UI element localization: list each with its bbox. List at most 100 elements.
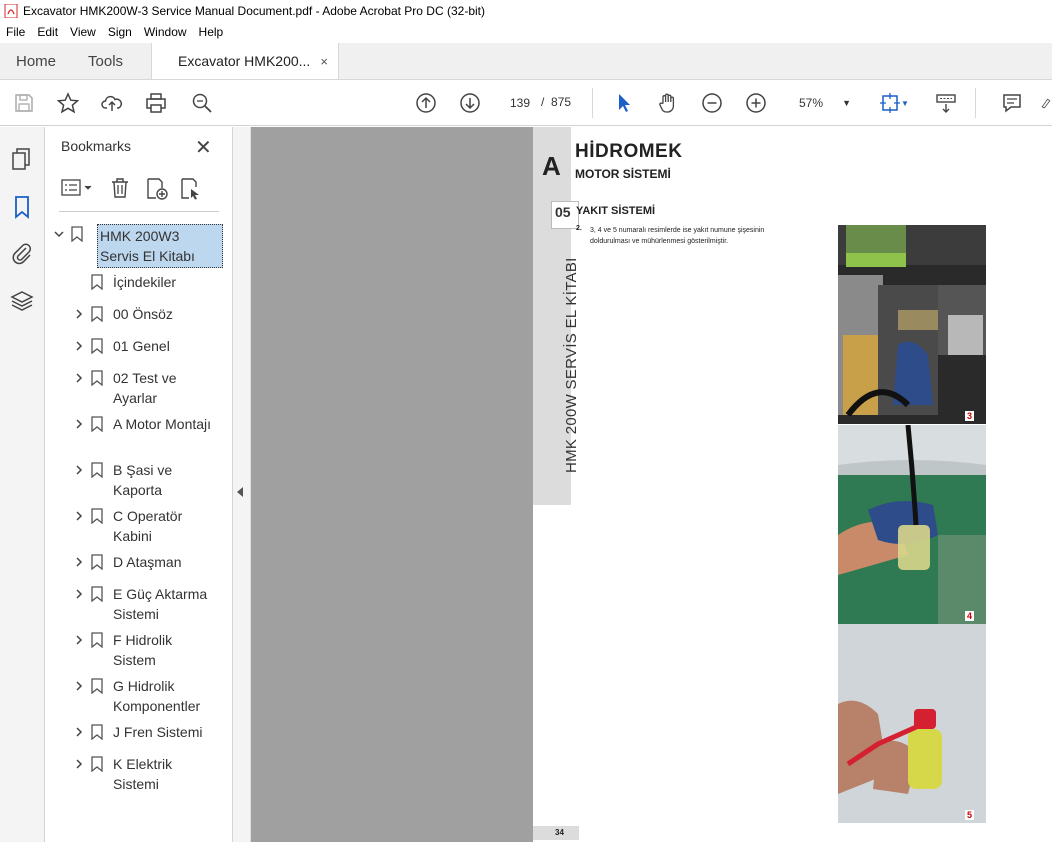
chevron-right-icon[interactable] (73, 340, 85, 352)
menu-window[interactable]: Window (138, 25, 193, 39)
bookmark-label: K Elektrik Sistemi (113, 756, 173, 792)
zoom-search-icon[interactable] (190, 91, 214, 115)
fit-options-chevron-icon[interactable]: ▼ (899, 91, 911, 115)
toolbar-divider (592, 88, 593, 118)
bookmark-label: G Hidrolik Komponentler (113, 678, 201, 714)
bookmark-icon (91, 274, 103, 290)
tab-document-label: Excavator HMK200... (178, 53, 311, 69)
menu-file[interactable]: File (0, 25, 31, 39)
toolbar-divider (975, 88, 976, 118)
chevron-right-icon[interactable] (73, 634, 85, 646)
chapter-letter: A (542, 151, 561, 181)
bookmark-options-icon[interactable] (61, 177, 95, 199)
tab-document[interactable]: Excavator HMK200... × (151, 43, 339, 79)
collapse-panel-arrow-icon[interactable] (237, 487, 243, 497)
page-thumbnails-icon[interactable] (10, 147, 34, 171)
photo-number: 4 (964, 611, 974, 621)
bookmark-label: HMK 200W3 Servis El Kitabı (97, 224, 223, 268)
tab-home[interactable]: Home (0, 43, 72, 79)
chevron-right-icon[interactable] (73, 308, 85, 320)
bookmark-icon (91, 554, 103, 570)
main-toolbar: / 875 57% ▼ ▼ (0, 80, 1052, 126)
page-separator: / (541, 95, 545, 109)
bookmark-icon (91, 632, 103, 648)
next-page-icon[interactable] (458, 91, 482, 115)
bookmarks-panel-title: Bookmarks (61, 138, 132, 154)
tab-bar: Home Tools Excavator HMK200... × (0, 43, 1052, 80)
bookmark-icon (91, 756, 103, 772)
bookmarks-toolbar (59, 177, 219, 203)
find-bookmark-icon[interactable] (179, 177, 203, 201)
chevron-right-icon[interactable] (73, 588, 85, 600)
attachments-paperclip-icon[interactable] (10, 241, 34, 265)
panel-splitter[interactable] (233, 127, 251, 842)
title-bar: Excavator HMK200W-3 Service Manual Docum… (0, 0, 1052, 22)
divider (59, 211, 219, 212)
window-title: Excavator HMK200W-3 Service Manual Docum… (23, 4, 485, 18)
delete-bookmark-icon[interactable] (109, 177, 131, 199)
zoom-in-icon[interactable] (744, 91, 768, 115)
hand-tool-icon[interactable] (656, 91, 680, 115)
bookmark-label: 01 Genel (113, 338, 170, 354)
close-panel-icon[interactable]: ✕ (195, 135, 212, 160)
scroll-mode-icon[interactable] (934, 91, 958, 115)
document-canvas[interactable]: A 05 HMK 200W SERVİS EL KİTABI HİDROMEK … (251, 127, 1052, 842)
page-count: / 875 (541, 95, 571, 109)
page-number-input[interactable] (503, 93, 537, 113)
photo-fuel-filter: 3 (838, 225, 986, 424)
bookmark-star-icon[interactable] (56, 91, 80, 115)
menu-bar: File Edit View Sign Window Help (0, 22, 1052, 42)
new-bookmark-icon[interactable] (145, 177, 169, 201)
subsection-title: YAKIT SİSTEMİ (576, 205, 656, 217)
chapter-number: 05 (555, 204, 571, 220)
comment-icon[interactable] (1000, 91, 1024, 115)
chevron-right-icon[interactable] (73, 464, 85, 476)
hidromek-logo: HİDROMEK (575, 141, 683, 162)
bookmark-label: 02 Test ve Ayarlar (113, 370, 177, 406)
photo-number: 5 (964, 810, 974, 820)
bookmark-icon (91, 724, 103, 740)
select-cursor-icon[interactable] (612, 91, 636, 115)
chevron-down-icon[interactable] (53, 228, 65, 240)
layers-icon[interactable] (10, 289, 34, 313)
chevron-down-icon: ▼ (842, 98, 851, 108)
bookmark-label: D Ataşman (113, 554, 182, 570)
photo-fuel-sample-fill: 4 (838, 424, 986, 624)
menu-sign[interactable]: Sign (102, 25, 138, 39)
bookmark-label: F Hidrolik Sistem (113, 632, 173, 668)
zoom-out-icon[interactable] (700, 91, 724, 115)
bookmarks-panel: Bookmarks ✕ HMK 200W3 Servis El Kitabı İç… (45, 127, 233, 842)
section-title: MOTOR SİSTEMİ (575, 167, 671, 181)
highlight-pen-icon[interactable] (1040, 91, 1052, 115)
zoom-level: 57% (799, 96, 824, 110)
upload-cloud-icon[interactable] (100, 91, 124, 115)
chevron-right-icon[interactable] (73, 372, 85, 384)
bookmark-label: B Şasi ve Kaporta (113, 462, 173, 498)
menu-edit[interactable]: Edit (31, 25, 64, 39)
body-line: doldurulması ve mühürlenmesi gösterilmiş… (590, 238, 729, 245)
bookmark-label: 00 Önsöz (113, 306, 173, 322)
previous-page-icon[interactable] (414, 91, 438, 115)
chevron-right-icon[interactable] (73, 418, 85, 430)
bookmark-icon (91, 462, 103, 478)
total-pages: 875 (551, 95, 572, 109)
bookmark-label: İçindekiler (113, 274, 177, 290)
menu-help[interactable]: Help (193, 25, 230, 39)
bookmark-label: C Operatör Kabini (113, 508, 183, 544)
zoom-level-select[interactable]: 57% ▼ (785, 93, 857, 113)
vertical-manual-title: HMK 200W SERVİS EL KİTABI (563, 257, 580, 473)
save-icon[interactable] (12, 91, 36, 115)
bookmark-icon (91, 338, 103, 354)
chevron-right-icon[interactable] (73, 510, 85, 522)
chevron-right-icon[interactable] (73, 556, 85, 568)
tab-close-icon[interactable]: × (320, 54, 328, 69)
chevron-right-icon[interactable] (73, 758, 85, 770)
tab-tools[interactable]: Tools (72, 43, 139, 79)
photo-number: 3 (964, 411, 974, 421)
chevron-right-icon[interactable] (73, 726, 85, 738)
menu-view[interactable]: View (64, 25, 102, 39)
bookmarks-panel-icon[interactable] (10, 195, 34, 219)
print-icon[interactable] (144, 91, 168, 115)
page-number-footer: 34 (533, 826, 579, 840)
chevron-right-icon[interactable] (73, 680, 85, 692)
